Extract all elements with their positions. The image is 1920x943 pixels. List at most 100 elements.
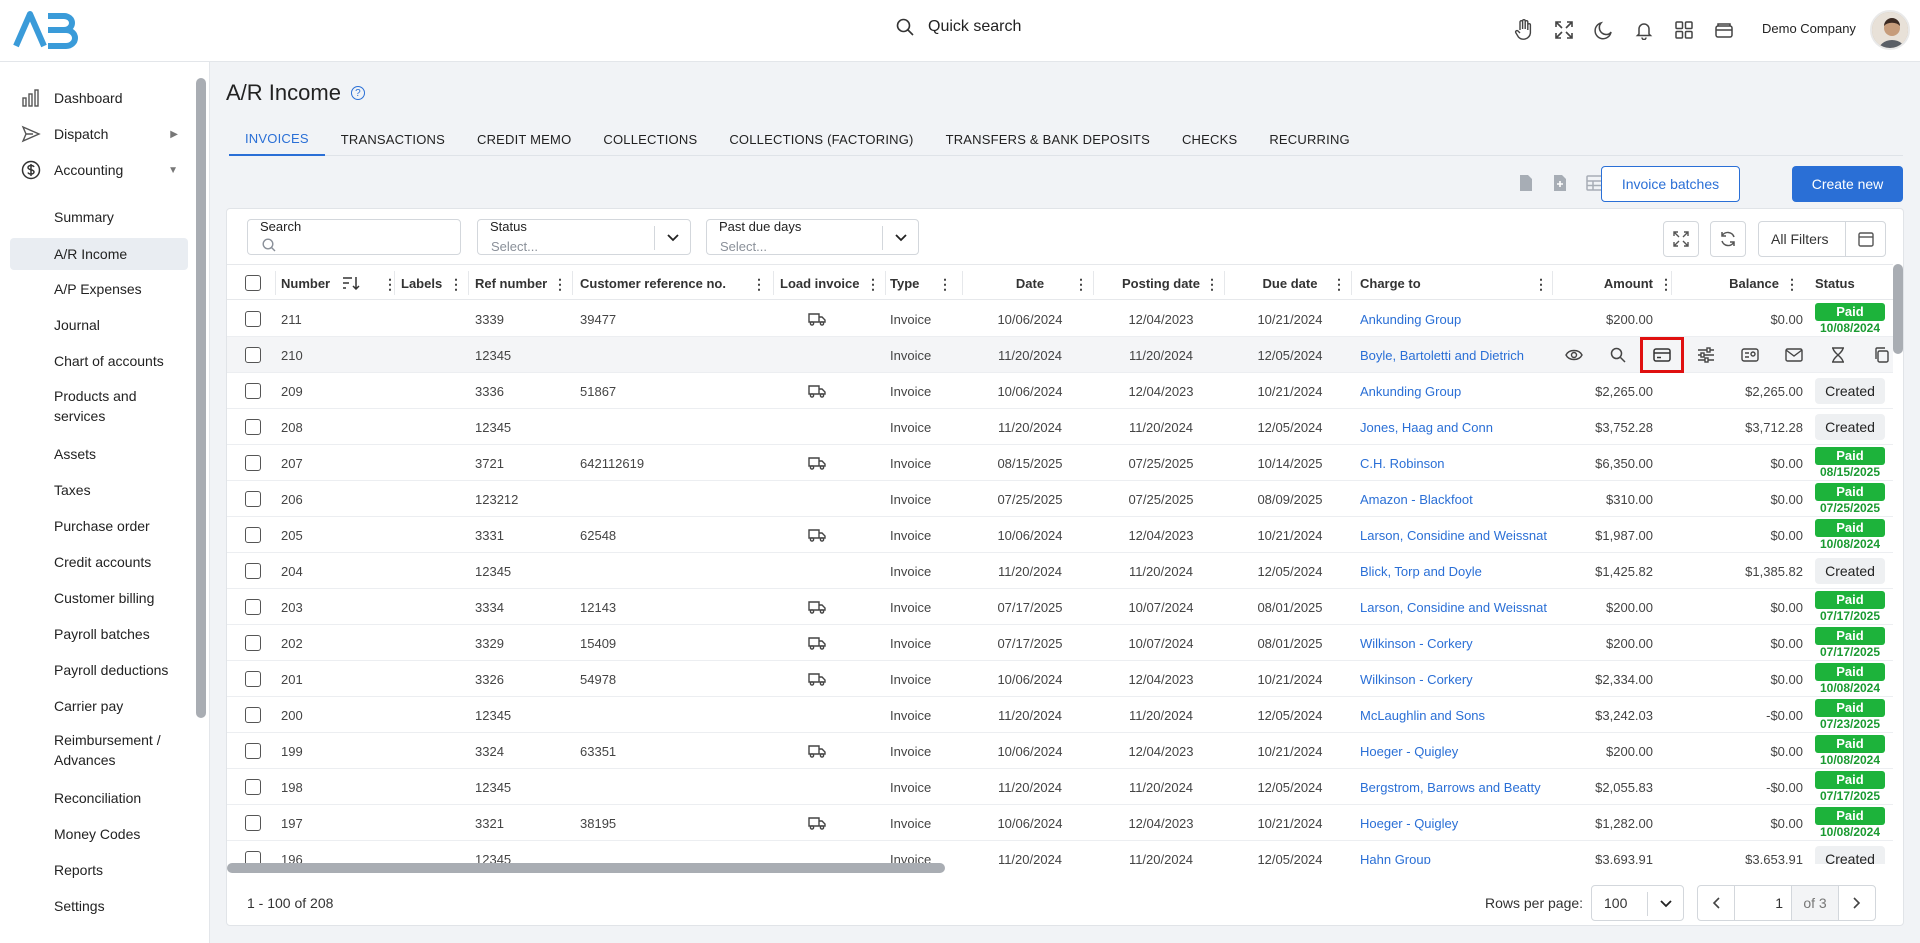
tab-recurring[interactable]: RECURRING	[1253, 122, 1366, 156]
cell-charge-to-link[interactable]: Larson, Considine and Weissnat	[1360, 517, 1560, 553]
document-add-icon[interactable]	[1552, 174, 1568, 192]
truck-icon[interactable]	[780, 589, 884, 625]
search-icon[interactable]	[1596, 337, 1640, 373]
tab-transactions[interactable]: TRANSACTIONS	[325, 122, 461, 156]
help-icon[interactable]: ?	[350, 86, 365, 100]
table-row[interactable]: 210 12345 Invoice 11/20/2024 11/20/2024 12/05…	[227, 337, 1893, 373]
cell-charge-to-link[interactable]: Wilkinson - Corkery	[1360, 625, 1560, 661]
cell-charge-to-link[interactable]: Blick, Torp and Doyle	[1360, 553, 1560, 589]
column-menu-icon[interactable]: ⋮	[866, 276, 880, 293]
row-checkbox[interactable]	[245, 635, 261, 651]
table-row[interactable]: 207 3721 642112619 Invoice 08/15/2025 07/25/2…	[227, 445, 1893, 481]
apps-grid-icon[interactable]	[1670, 16, 1698, 44]
refresh-icon[interactable]	[1710, 221, 1746, 257]
sidebar-item-taxes[interactable]: Taxes	[10, 478, 188, 502]
table-row[interactable]: 208 12345 Invoice 11/20/2024 11/20/2024 12/05…	[227, 409, 1893, 445]
cell-charge-to-link[interactable]: Ankunding Group	[1360, 373, 1560, 409]
cell-charge-to-link[interactable]: Wilkinson - Corkery	[1360, 661, 1560, 697]
sidebar-item-customer-billing[interactable]: Customer billing	[10, 586, 188, 610]
truck-icon[interactable]	[780, 625, 884, 661]
table-row[interactable]: 198 12345 Invoice 11/20/2024 11/20/2024 12/05…	[227, 769, 1893, 805]
wallet-icon[interactable]	[1710, 16, 1738, 44]
table-row[interactable]: 209 3336 51867 Invoice 10/06/2024 12/04/2023 1…	[227, 373, 1893, 409]
col-due-date[interactable]: Due date ⋮	[1230, 265, 1350, 301]
expand-icon[interactable]	[1663, 221, 1699, 257]
invoice-batches-button[interactable]: Invoice batches	[1601, 166, 1740, 202]
row-checkbox[interactable]	[245, 563, 261, 579]
id-card-icon[interactable]	[1728, 337, 1772, 373]
table-row[interactable]: 211 3339 39477 Invoice 10/06/2024 12/04/2023 1…	[227, 301, 1893, 337]
sidebar-item-ar-income[interactable]: A/R Income	[10, 238, 188, 270]
truck-icon[interactable]	[780, 445, 884, 481]
cell-charge-to-link[interactable]: Bergstrom, Barrows and Beatty	[1360, 769, 1560, 805]
user-avatar[interactable]	[1870, 10, 1910, 50]
col-load-invoice[interactable]: Load invoice ⋮	[780, 265, 884, 301]
sidebar-item-payroll-deductions[interactable]: Payroll deductions	[10, 658, 188, 682]
sidebar-item-ap-expenses[interactable]: A/P Expenses	[10, 277, 188, 301]
sort-icon[interactable]	[342, 276, 360, 290]
truck-icon[interactable]	[780, 661, 884, 697]
all-filters-button[interactable]: All Filters	[1758, 221, 1886, 257]
search-field[interactable]: Search	[247, 219, 461, 255]
column-menu-icon[interactable]: ⋮	[1205, 276, 1219, 293]
dark-mode-icon[interactable]	[1590, 16, 1618, 44]
sidebar-item-carrier-pay[interactable]: Carrier pay	[10, 694, 188, 718]
table-vertical-scrollbar[interactable]	[1893, 264, 1903, 354]
row-checkbox[interactable]	[245, 419, 261, 435]
truck-icon[interactable]	[780, 517, 884, 553]
row-checkbox[interactable]	[245, 743, 261, 759]
sidebar-item-assets[interactable]: Assets	[10, 442, 188, 466]
sidebar-item-dashboard[interactable]: Dashboard	[10, 82, 188, 114]
sidebar-item-dispatch[interactable]: Dispatch ▶	[10, 118, 188, 150]
row-checkbox[interactable]	[245, 311, 261, 327]
col-amount[interactable]: Amount ⋮	[1557, 265, 1677, 301]
row-checkbox[interactable]	[245, 815, 261, 831]
fullscreen-icon[interactable]	[1550, 16, 1578, 44]
truck-icon[interactable]	[780, 301, 884, 337]
sidebar-item-credit-accounts[interactable]: Credit accounts	[10, 550, 188, 574]
table-row[interactable]: 206 123212 Invoice 07/25/2025 07/25/2025 08/0…	[227, 481, 1893, 517]
column-menu-icon[interactable]: ⋮	[1534, 276, 1548, 293]
create-new-button[interactable]: Create new	[1792, 166, 1903, 202]
app-logo[interactable]	[12, 10, 80, 50]
tab-collections[interactable]: COLLECTIONS	[587, 122, 713, 156]
truck-icon[interactable]	[780, 733, 884, 769]
table-row[interactable]: 196 12345 Invoice 11/20/2024 11/20/2024 12/05…	[227, 841, 1893, 864]
cell-charge-to-link[interactable]: Hoeger - Quigley	[1360, 805, 1560, 841]
table-row[interactable]: 199 3324 63351 Invoice 10/06/2024 12/04/2023 1…	[227, 733, 1893, 769]
prev-page-button[interactable]	[1697, 885, 1735, 921]
sidebar-item-chart-of-accounts[interactable]: Chart of accounts	[10, 349, 188, 373]
sidebar-item-reconciliation[interactable]: Reconciliation	[10, 786, 188, 810]
sidebar-item-purchase-order[interactable]: Purchase order	[10, 514, 188, 538]
truck-icon[interactable]	[780, 373, 884, 409]
table-row[interactable]: 200 12345 Invoice 11/20/2024 11/20/2024 12/05…	[227, 697, 1893, 733]
column-menu-icon[interactable]: ⋮	[938, 276, 952, 293]
column-menu-icon[interactable]: ⋮	[1332, 276, 1346, 293]
col-status[interactable]: Status	[1815, 265, 1885, 301]
tab-invoices[interactable]: INVOICES	[229, 122, 325, 156]
tab-transfers-bank-deposits[interactable]: TRANSFERS & BANK DEPOSITS	[930, 122, 1166, 156]
column-menu-icon[interactable]: ⋮	[553, 276, 567, 293]
sidebar-item-settings[interactable]: Settings	[10, 894, 188, 918]
table-row[interactable]: 197 3321 38195 Invoice 10/06/2024 12/04/2023 1…	[227, 805, 1893, 841]
table-row[interactable]: 203 3334 12143 Invoice 07/17/2025 10/07/2024 0…	[227, 589, 1893, 625]
rows-per-page-select[interactable]: 100	[1591, 885, 1684, 921]
sidebar-item-journal[interactable]: Journal	[10, 313, 188, 337]
column-menu-icon[interactable]: ⋮	[1074, 276, 1088, 293]
hourglass-icon[interactable]	[1816, 337, 1860, 373]
cell-charge-to-link[interactable]: C.H. Robinson	[1360, 445, 1560, 481]
col-charge-to[interactable]: Charge to ⋮	[1360, 265, 1552, 301]
cell-charge-to-link[interactable]: Ankunding Group	[1360, 301, 1560, 337]
col-labels[interactable]: Labels ⋮	[401, 265, 467, 301]
next-page-button[interactable]	[1838, 885, 1876, 921]
quick-search[interactable]: Quick search	[896, 18, 1021, 36]
copy-icon[interactable]	[1860, 337, 1893, 373]
col-ref-number[interactable]: Ref number ⋮	[475, 265, 571, 301]
sidebar-item-payroll-batches[interactable]: Payroll batches	[10, 622, 188, 646]
row-checkbox[interactable]	[245, 671, 261, 687]
row-checkbox[interactable]	[245, 491, 261, 507]
column-menu-icon[interactable]: ⋮	[449, 276, 463, 293]
cell-charge-to-link[interactable]: McLaughlin and Sons	[1360, 697, 1560, 733]
col-customer-ref[interactable]: Customer reference no. ⋮	[580, 265, 770, 301]
sidebar-item-products-services[interactable]: Products and services	[10, 386, 188, 426]
